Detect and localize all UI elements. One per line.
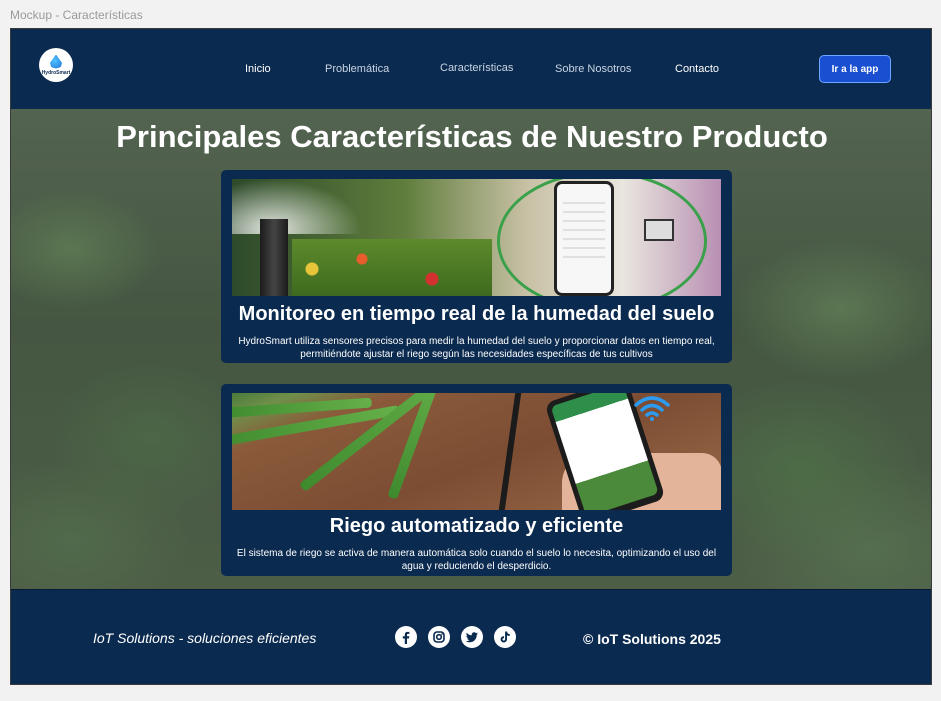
nav-sobre-nosotros[interactable]: Sobre Nosotros [555,63,631,75]
feature-card-irrigation: Riego automatizado y eficiente El sistem… [221,384,732,576]
page-canvas: HydroSmart Inicio Problemática Caracterí… [10,28,932,685]
feature-image-field-app [232,393,721,510]
site-footer: IoT Solutions - soluciones eficientes © … [11,589,931,684]
hero-section: Principales Características de Nuestro P… [11,109,931,589]
tiktok-icon[interactable] [494,626,516,648]
footer-copyright: © IoT Solutions 2025 [583,631,721,647]
hydrosmart-logo[interactable]: HydroSmart [39,48,73,82]
nav-contacto[interactable]: Contacto [675,63,719,75]
feature-title: Monitoreo en tiempo real de la humedad d… [238,303,715,325]
facebook-icon[interactable] [395,626,417,648]
feature-description: El sistema de riego se activa de manera … [236,548,717,572]
nav-caracteristicas[interactable]: Características [440,62,513,74]
page-title: Principales Características de Nuestro P… [116,119,828,154]
nav-problematica[interactable]: Problemática [325,63,389,75]
feature-description: HydroSmart utiliza sensores precisos par… [238,336,715,360]
nav-inicio[interactable]: Inicio [245,63,271,75]
go-to-app-button[interactable]: Ir a la app [819,55,891,83]
footer-tagline: IoT Solutions - soluciones eficientes [93,630,317,646]
instagram-icon[interactable] [428,626,450,648]
feature-title: Riego automatizado y eficiente [329,515,624,537]
feature-card-monitoring: Monitoreo en tiempo real de la humedad d… [221,170,732,363]
frame-title: Mockup - Características [10,8,143,22]
logo-text: HydroSmart [41,69,71,76]
feature-image-sprinkler-app [232,179,721,296]
twitter-icon[interactable] [461,626,483,648]
wifi-icon [634,396,670,421]
social-links [395,626,516,648]
water-drop-icon [50,54,62,69]
site-header: HydroSmart Inicio Problemática Caracterí… [11,29,931,109]
